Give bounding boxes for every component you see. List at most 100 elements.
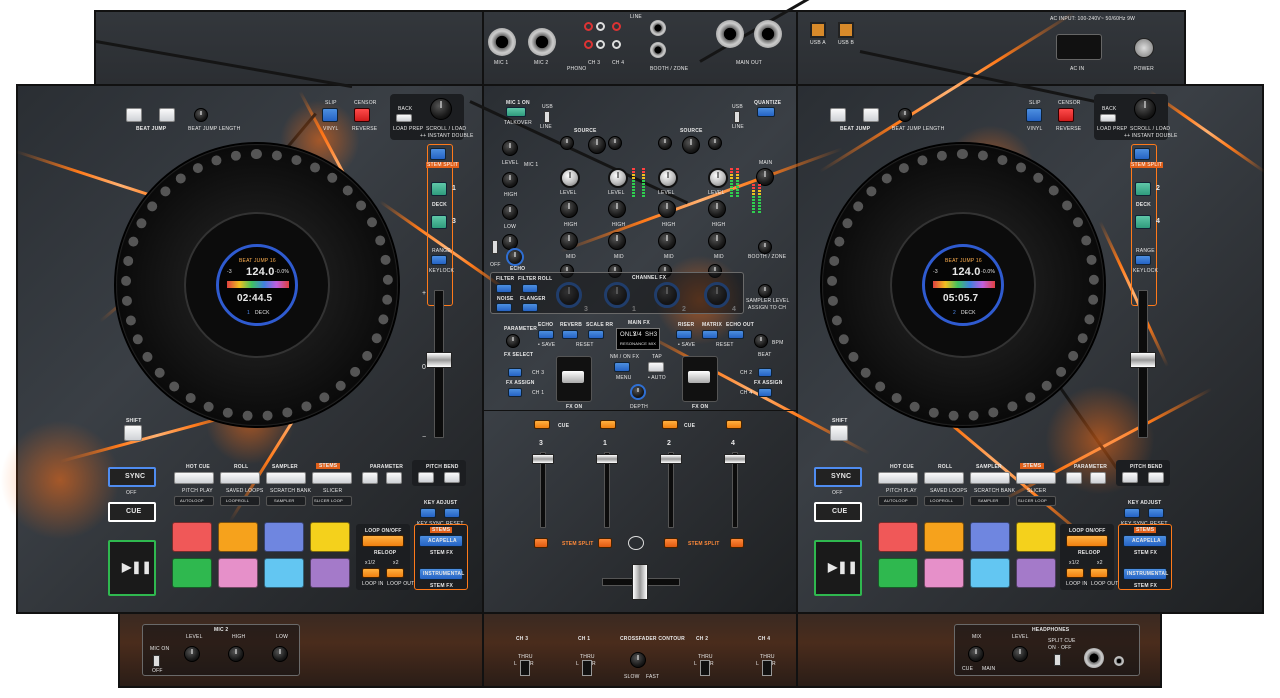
- ch4-fader[interactable]: [724, 454, 746, 464]
- ch2-thru-switch[interactable]: [700, 660, 710, 676]
- ch4-level-knob[interactable]: [708, 168, 728, 188]
- stem-split-button[interactable]: [430, 148, 446, 160]
- talkover-button[interactable]: [506, 107, 526, 117]
- split-cue-switch[interactable]: [1054, 654, 1061, 666]
- scroll-load-knob[interactable]: [1134, 98, 1156, 120]
- mic2-level-knob[interactable]: [184, 646, 200, 662]
- fx-on-paddle-left[interactable]: [556, 356, 592, 402]
- cue-ch2-button[interactable]: [662, 420, 678, 429]
- fx-scale-button[interactable]: [588, 330, 604, 339]
- key-reset-button[interactable]: [444, 508, 460, 518]
- ch2-fader[interactable]: [660, 454, 682, 464]
- slip-button[interactable]: [1026, 108, 1042, 122]
- key-sync-button[interactable]: [420, 508, 436, 518]
- menu-button[interactable]: [614, 362, 630, 372]
- parameter-right-button[interactable]: [1090, 472, 1106, 484]
- beat-jump-length-knob[interactable]: [898, 108, 912, 122]
- noise-button[interactable]: [496, 303, 512, 312]
- beat-jump-back-button[interactable]: [830, 108, 846, 122]
- sampler-button[interactable]: [266, 472, 306, 484]
- fx-echo-button[interactable]: [538, 330, 554, 339]
- pitch-bend-down-button[interactable]: [418, 472, 434, 483]
- beat-jump-length-knob[interactable]: [194, 108, 208, 122]
- beat-jump-forward-button[interactable]: [863, 108, 879, 122]
- loop-in-button[interactable]: [362, 568, 380, 578]
- power-button[interactable]: [1134, 38, 1154, 58]
- performance-pad-7[interactable]: [970, 558, 1010, 588]
- pitch-bend-down-button[interactable]: [1122, 472, 1138, 483]
- deck-2-button[interactable]: [1135, 182, 1151, 196]
- source-switch-right[interactable]: [734, 111, 740, 123]
- flanger-button[interactable]: [522, 303, 538, 312]
- fx-reverb-button[interactable]: [562, 330, 578, 339]
- performance-pad-2[interactable]: [924, 522, 964, 552]
- parameter-right-button[interactable]: [386, 472, 402, 484]
- echo-out-button[interactable]: [728, 330, 744, 339]
- matrix-button[interactable]: [702, 330, 718, 339]
- performance-pad-7[interactable]: [264, 558, 304, 588]
- loop-on-off-button[interactable]: [362, 535, 404, 547]
- ch3-level-knob[interactable]: [560, 168, 580, 188]
- performance-pad-8[interactable]: [1016, 558, 1056, 588]
- shift-button[interactable]: [124, 425, 142, 441]
- performance-pad-3[interactable]: [970, 522, 1010, 552]
- mic2-high-knob[interactable]: [228, 646, 244, 662]
- ch2-level-knob[interactable]: [658, 168, 678, 188]
- mic2-jack[interactable]: [528, 28, 556, 56]
- fx-on-paddle-right[interactable]: [682, 356, 718, 402]
- filter-button[interactable]: [496, 284, 512, 293]
- ch3-rca-r2[interactable]: [596, 40, 605, 49]
- ch1-gain-knob[interactable]: [608, 136, 622, 150]
- main-out-l[interactable]: [716, 20, 744, 48]
- ac-in-socket[interactable]: [1056, 34, 1102, 60]
- performance-pad-3[interactable]: [264, 522, 304, 552]
- fx-assign-ch4-button[interactable]: [758, 388, 772, 397]
- cue-ch1-button[interactable]: [600, 420, 616, 429]
- sampler-level-knob[interactable]: [758, 284, 772, 298]
- mic1-high-knob[interactable]: [502, 204, 518, 220]
- deck-3-button[interactable]: [431, 215, 447, 229]
- ch3-gain-knob[interactable]: [560, 136, 574, 150]
- ch3-rca-r[interactable]: [596, 22, 605, 31]
- shift-button[interactable]: [830, 425, 848, 441]
- back-button[interactable]: [1100, 114, 1116, 122]
- mic1-jack[interactable]: [488, 28, 516, 56]
- loop-out-button[interactable]: [386, 568, 404, 578]
- ch2-gain-knob[interactable]: [658, 136, 672, 150]
- crossfader-contour-knob[interactable]: [630, 652, 646, 668]
- performance-pad-4[interactable]: [1016, 522, 1056, 552]
- pitch-fader[interactable]: [426, 352, 452, 368]
- keylock-button[interactable]: [431, 255, 447, 265]
- headphone-jack[interactable]: [1084, 648, 1104, 668]
- reverse-button[interactable]: [354, 108, 370, 122]
- fx-assign-ch1-button[interactable]: [508, 388, 522, 397]
- ch4-thru-switch[interactable]: [762, 660, 772, 676]
- usb-b-port[interactable]: [838, 22, 854, 38]
- source-switch-left[interactable]: [544, 111, 550, 123]
- ch1-fader[interactable]: [596, 454, 618, 464]
- cue-ch3-button[interactable]: [534, 420, 550, 429]
- stem-split-button[interactable]: [1134, 148, 1150, 160]
- quantize-button[interactable]: [757, 107, 775, 117]
- pitch-fader[interactable]: [1130, 352, 1156, 368]
- mic-on-switch[interactable]: [153, 655, 160, 667]
- main-out-r[interactable]: [754, 20, 782, 48]
- stems-button[interactable]: [1016, 472, 1056, 484]
- stem-split-ch3-button[interactable]: [534, 538, 548, 548]
- fx-assign-ch3-button[interactable]: [508, 368, 522, 377]
- beat-jump-forward-button[interactable]: [159, 108, 175, 122]
- hp-level-knob[interactable]: [1012, 646, 1028, 662]
- beat-jump-back-button[interactable]: [126, 108, 142, 122]
- stem-split-ch1-button[interactable]: [598, 538, 612, 548]
- pitch-bend-up-button[interactable]: [1148, 472, 1164, 483]
- slip-button[interactable]: [322, 108, 338, 122]
- ch1-mid-knob[interactable]: [608, 232, 626, 250]
- deck-4-button[interactable]: [1135, 215, 1151, 229]
- hot-cue-button[interactable]: [174, 472, 214, 484]
- ch1-thru-switch[interactable]: [582, 660, 592, 676]
- ch3-thru-switch[interactable]: [520, 660, 530, 676]
- parameter-left-button[interactable]: [1066, 472, 1082, 484]
- booth-jack-1[interactable]: [650, 20, 666, 36]
- keylock-button[interactable]: [1135, 255, 1151, 265]
- ch2-mid-knob[interactable]: [658, 232, 676, 250]
